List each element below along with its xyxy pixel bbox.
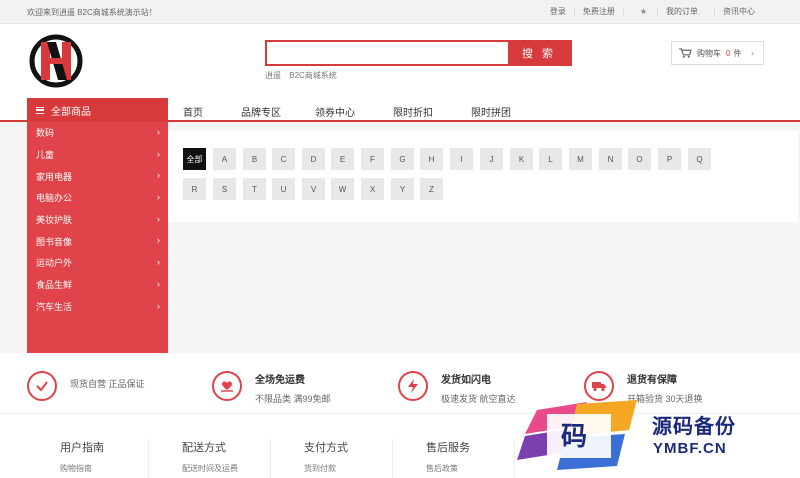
menu-icon: [36, 106, 44, 114]
brand-letter[interactable]: B: [243, 148, 266, 170]
chevron-right-icon: ›: [157, 300, 160, 311]
chevron-right-icon: ›: [157, 257, 160, 268]
brand-letter[interactable]: X: [361, 178, 384, 200]
nav-brands[interactable]: 品牌专区: [241, 104, 281, 119]
all-categories-label: 全部商品: [51, 106, 91, 118]
check-icon: [27, 371, 57, 401]
brand-letter[interactable]: W: [331, 178, 354, 200]
chevron-right-icon: ›: [157, 235, 160, 246]
brand-letter[interactable]: F: [361, 148, 384, 170]
category-item[interactable]: 电脑办公 ›: [27, 187, 168, 209]
lightning-icon: [398, 371, 428, 401]
category-item[interactable]: 美妆护肤 ›: [27, 209, 168, 231]
footer-link[interactable]: 售后政策: [426, 463, 514, 474]
footer-column: 用户指南 购物指南: [27, 439, 149, 478]
footer-link[interactable]: 货到付款: [304, 463, 392, 474]
brand-letter[interactable]: E: [331, 148, 354, 170]
cart-label: 购物车: [697, 48, 721, 58]
category-item[interactable]: 儿童 ›: [27, 144, 168, 166]
brand-letter[interactable]: M: [569, 148, 592, 170]
site-logo[interactable]: [29, 34, 83, 88]
service-item: 发货如闪电 极速发货 航空直达: [398, 371, 516, 405]
search-button[interactable]: 搜 索: [508, 42, 570, 64]
top-links: 登录 免费注册 ★ 我的订单 资讯中心: [542, 7, 763, 16]
brand-letter[interactable]: U: [272, 178, 295, 200]
brand-letter[interactable]: S: [213, 178, 236, 200]
star-icon: ★: [639, 7, 647, 16]
chevron-right-icon: ›: [157, 278, 160, 289]
footer-column: 配送方式 配送时间及运费: [149, 439, 271, 478]
brand-letter[interactable]: V: [302, 178, 325, 200]
welcome-text: 欢迎来到逍遥 B2C商城系统演示站！: [27, 8, 157, 17]
chevron-right-icon: ›: [157, 127, 160, 137]
watermark-logo: 码 源码备份 YMBF.CN: [517, 396, 787, 474]
search-box: 搜 索: [265, 40, 572, 66]
brand-letter[interactable]: P: [658, 148, 681, 170]
category-sidebar: 数码 › 儿童 › 家用电器 › 电脑办公 › 美妆护肤 › 图书音像 › 运动户外 › 食品…: [27, 122, 168, 387]
brand-letter[interactable]: A: [213, 148, 236, 170]
category-item[interactable]: 运动户外 ›: [27, 252, 168, 274]
footer-link[interactable]: 购物指南: [60, 463, 148, 474]
footer-column: 支付方式 货到付款: [271, 439, 393, 478]
brand-letter[interactable]: Z: [420, 178, 443, 200]
cart-count: 0: [726, 48, 731, 58]
brand-letter[interactable]: O: [628, 148, 651, 170]
heart-hand-icon: [212, 371, 242, 401]
watermark-url: YMBF.CN: [653, 440, 727, 457]
nav-flash-sale[interactable]: 限时折扣: [393, 104, 433, 119]
all-categories-button[interactable]: 全部商品: [27, 98, 168, 122]
hot-keywords: 逍遥 B2C商城系统: [265, 70, 343, 81]
chevron-right-icon: ›: [157, 148, 160, 159]
brand-letter[interactable]: H: [420, 148, 443, 170]
search-input[interactable]: [267, 42, 509, 64]
chevron-right-icon: ›: [751, 48, 754, 58]
chevron-right-icon: ›: [157, 192, 160, 203]
watermark-char: 码: [561, 422, 588, 452]
cart-icon: [679, 48, 692, 58]
service-item: 全场免运费 不限品类 满99免邮: [212, 371, 331, 405]
login-link[interactable]: 登录: [542, 7, 574, 16]
brand-letter-panel: 全部 A B C D E F G H I J K L M N O P Q R S…: [168, 131, 798, 222]
footer-link[interactable]: 配送时间及运费: [182, 463, 270, 474]
brand-letter[interactable]: J: [480, 148, 503, 170]
category-item[interactable]: 家用电器 ›: [27, 165, 168, 187]
nav-coupons[interactable]: 领券中心: [315, 104, 355, 119]
nav-home[interactable]: 首页: [183, 104, 203, 119]
brand-letter[interactable]: Y: [391, 178, 414, 200]
chevron-right-icon: ›: [157, 170, 160, 181]
news-center-link[interactable]: 资讯中心: [714, 7, 763, 16]
brand-letter[interactable]: C: [272, 148, 295, 170]
hot-keyword[interactable]: 逍遥: [265, 71, 281, 80]
category-item[interactable]: 汽车生活 ›: [27, 296, 168, 318]
main-nav: 全部商品 首页 品牌专区 领券中心 限时折扣 限时拼团: [0, 98, 800, 122]
cart-unit: 件: [733, 48, 742, 58]
nav-group-buy[interactable]: 限时拼团: [471, 104, 511, 119]
brand-letter[interactable]: G: [391, 148, 414, 170]
chevron-right-icon: ›: [157, 213, 160, 224]
brand-letter[interactable]: N: [599, 148, 622, 170]
header: 搜 索 逍遥 B2C商城系统 购物车 0 件 ›: [0, 24, 800, 98]
brand-letter[interactable]: I: [450, 148, 473, 170]
hot-keyword[interactable]: B2C商城系统: [289, 71, 337, 80]
brand-letter[interactable]: T: [243, 178, 266, 200]
watermark-text: 源码备份: [652, 414, 736, 438]
category-item[interactable]: 数码 ›: [27, 122, 168, 144]
cart-button[interactable]: 购物车 0 件 ›: [671, 41, 764, 65]
my-orders-link[interactable]: ★ 我的订单: [622, 7, 714, 16]
category-item[interactable]: 图书音像 ›: [27, 230, 168, 252]
brand-letter[interactable]: Q: [688, 148, 711, 170]
brand-letter-all[interactable]: 全部: [183, 148, 206, 170]
top-bar: 欢迎来到逍遥 B2C商城系统演示站！ 登录 免费注册 ★ 我的订单 资讯中心: [0, 0, 800, 24]
footer-column: 售后服务 售后政策: [393, 439, 515, 478]
register-link[interactable]: 免费注册: [573, 7, 623, 16]
brand-letter[interactable]: K: [510, 148, 533, 170]
brand-letter[interactable]: R: [183, 178, 206, 200]
brand-letter[interactable]: L: [539, 148, 562, 170]
brand-letter[interactable]: D: [302, 148, 325, 170]
service-item: 现货自营 正品保证: [27, 371, 145, 401]
nav-links: 首页 品牌专区 领券中心 限时折扣 限时拼团: [183, 104, 549, 119]
category-item[interactable]: 食品生鲜 ›: [27, 274, 168, 296]
